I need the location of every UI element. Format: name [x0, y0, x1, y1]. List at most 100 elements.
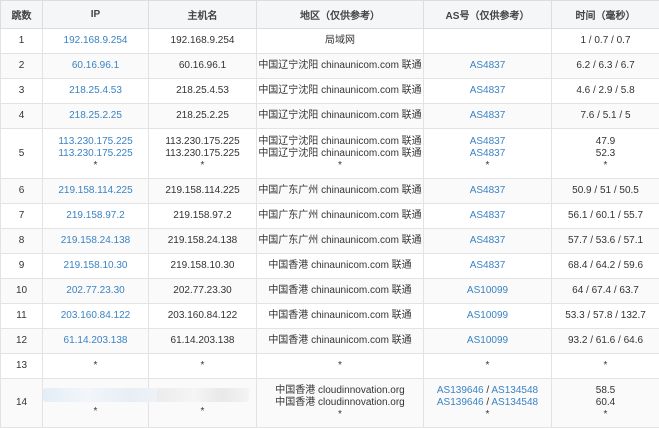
asn-link[interactable]: AS10099	[467, 285, 508, 296]
asn-cell: AS10099	[424, 329, 552, 354]
asn-line: *	[424, 409, 551, 421]
asn-line: AS4837	[424, 148, 551, 160]
timeout-mark: *	[257, 160, 423, 172]
timeout-mark: *	[43, 406, 148, 418]
hostname: 219.158.10.30	[149, 260, 256, 272]
asn-cell: *	[424, 354, 552, 379]
timeout-mark: *	[486, 409, 490, 420]
ip-cell: 202.77.23.30	[43, 279, 149, 304]
host-cell: 61.14.203.138	[149, 329, 257, 354]
ip-link[interactable]: 219.158.10.30	[43, 260, 148, 272]
time-cell: 64 / 67.4 / 63.7	[552, 279, 659, 304]
asn-link[interactable]: AS4837	[470, 235, 506, 246]
latency-value: 1 / 0.7 / 0.7	[552, 35, 659, 47]
table-row: 13*****	[1, 354, 659, 379]
hop-cell: 14	[1, 379, 43, 428]
hostname: 192.168.9.254	[149, 35, 256, 47]
latency-value: 93.2 / 61.6 / 64.6	[552, 335, 659, 347]
asn-link[interactable]: AS10099	[467, 310, 508, 321]
ip-cell: 219.158.24.138	[43, 229, 149, 254]
ip-link[interactable]: 219.158.97.2	[43, 210, 148, 222]
region-cell: 中国广东广州 chinaunicom.com 联通	[257, 229, 424, 254]
table-row: 3218.25.4.53218.25.4.53中国辽宁沈阳 chinaunico…	[1, 79, 659, 104]
ip-link[interactable]: 219.158.114.225	[43, 185, 148, 197]
asn-link[interactable]: AS134548	[491, 385, 538, 396]
table-row: 8219.158.24.138219.158.24.138中国广东广州 chin…	[1, 229, 659, 254]
hostname: 219.158.114.225	[149, 185, 256, 197]
traceroute-table: 跳数 IP 主机名 地区（仅供参考） AS号（仅供参考） 时间（毫秒） 1192…	[0, 0, 659, 428]
asn-line: *	[424, 360, 551, 372]
ip-link[interactable]: 113.230.175.225	[43, 148, 148, 160]
ip-link[interactable]: 218.25.2.25	[43, 110, 148, 122]
table-row: 7219.158.97.2219.158.97.2中国广东广州 chinauni…	[1, 204, 659, 229]
time-cell: 50.9 / 51 / 50.5	[552, 179, 659, 204]
hop-cell: 6	[1, 179, 43, 204]
region-text: 局域网	[257, 35, 423, 47]
asn-link[interactable]: AS4837	[470, 60, 506, 71]
host-cell: 218.25.4.53	[149, 79, 257, 104]
asn-link[interactable]: AS10099	[467, 335, 508, 346]
region-text: 中国香港 cloudinnovation.org	[257, 385, 423, 397]
ip-link[interactable]: 219.158.24.138	[43, 235, 148, 247]
asn-link[interactable]: AS4837	[470, 210, 506, 221]
latency-value: 56.1 / 60.1 / 55.7	[552, 210, 659, 222]
asn-link[interactable]: AS134548	[491, 397, 538, 408]
asn-line: AS4837	[424, 136, 551, 148]
region-cell: 局域网	[257, 29, 424, 54]
hop-cell: 9	[1, 254, 43, 279]
time-cell: *	[552, 354, 659, 379]
asn-link[interactable]: AS4837	[470, 185, 506, 196]
ip-cell: 61.14.203.138	[43, 329, 149, 354]
region-cell: 中国辽宁沈阳 chinaunicom.com 联通	[257, 104, 424, 129]
host-cell: 203.160.84.122	[149, 304, 257, 329]
ip-link[interactable]: 203.160.84.122	[43, 310, 148, 322]
asn-link[interactable]: AS4837	[470, 85, 506, 96]
ip-link[interactable]: 61.14.203.138	[43, 335, 148, 347]
timeout-mark: *	[486, 360, 490, 371]
timeout-mark: *	[43, 360, 148, 372]
latency-value: 57.7 / 53.6 / 57.1	[552, 235, 659, 247]
table-row: 6219.158.114.225219.158.114.225中国广东广州 ch…	[1, 179, 659, 204]
ip-link[interactable]: 202.77.23.30	[43, 285, 148, 297]
hop-cell: 10	[1, 279, 43, 304]
asn-link[interactable]: AS4837	[470, 260, 506, 271]
header-ip: IP	[43, 1, 149, 29]
table-row: 14**中国香港 cloudinnovation.org中国香港 cloudin…	[1, 379, 659, 428]
hop-cell: 1	[1, 29, 43, 54]
host-cell: *	[149, 379, 257, 428]
asn-link[interactable]: AS4837	[470, 136, 506, 147]
ip-cell: 219.158.97.2	[43, 204, 149, 229]
table-row: 9219.158.10.30219.158.10.30中国香港 chinauni…	[1, 254, 659, 279]
region-cell: 中国香港 chinaunicom.com 联通	[257, 329, 424, 354]
hostname: 61.14.203.138	[149, 335, 256, 347]
hop-cell: 3	[1, 79, 43, 104]
latency-value: 50.9 / 51 / 50.5	[552, 185, 659, 197]
asn-cell: AS4837	[424, 104, 552, 129]
timeout-mark: *	[486, 160, 490, 171]
hop-cell: 4	[1, 104, 43, 129]
ip-link[interactable]: 192.168.9.254	[43, 35, 148, 47]
asn-link[interactable]: AS139646	[437, 397, 484, 408]
region-cell: 中国香港 cloudinnovation.org中国香港 cloudinnova…	[257, 379, 424, 428]
asn-line: AS4837	[424, 260, 551, 272]
time-cell: 57.7 / 53.6 / 57.1	[552, 229, 659, 254]
region-text: 中国广东广州 chinaunicom.com 联通	[257, 185, 423, 197]
table-row: 1192.168.9.254192.168.9.254局域网1 / 0.7 / …	[1, 29, 659, 54]
asn-cell: AS4837	[424, 179, 552, 204]
latency-value: 58.5	[552, 385, 659, 397]
asn-cell	[424, 29, 552, 54]
asn-line: AS4837	[424, 60, 551, 72]
ip-link[interactable]: 60.16.96.1	[43, 60, 148, 72]
asn-link[interactable]: AS4837	[470, 148, 506, 159]
latency-value: 53.3 / 57.8 / 132.7	[552, 310, 659, 322]
asn-line: AS4837	[424, 235, 551, 247]
hop-cell: 2	[1, 54, 43, 79]
ip-link[interactable]: 218.25.4.53	[43, 85, 148, 97]
ip-link[interactable]: 113.230.175.225	[43, 136, 148, 148]
asn-link[interactable]: AS139646	[437, 385, 484, 396]
asn-line: AS10099	[424, 310, 551, 322]
asn-link[interactable]: AS4837	[470, 110, 506, 121]
region-text: 中国香港 cloudinnovation.org	[257, 397, 423, 409]
hop-cell: 13	[1, 354, 43, 379]
timeout-mark: *	[257, 360, 423, 372]
